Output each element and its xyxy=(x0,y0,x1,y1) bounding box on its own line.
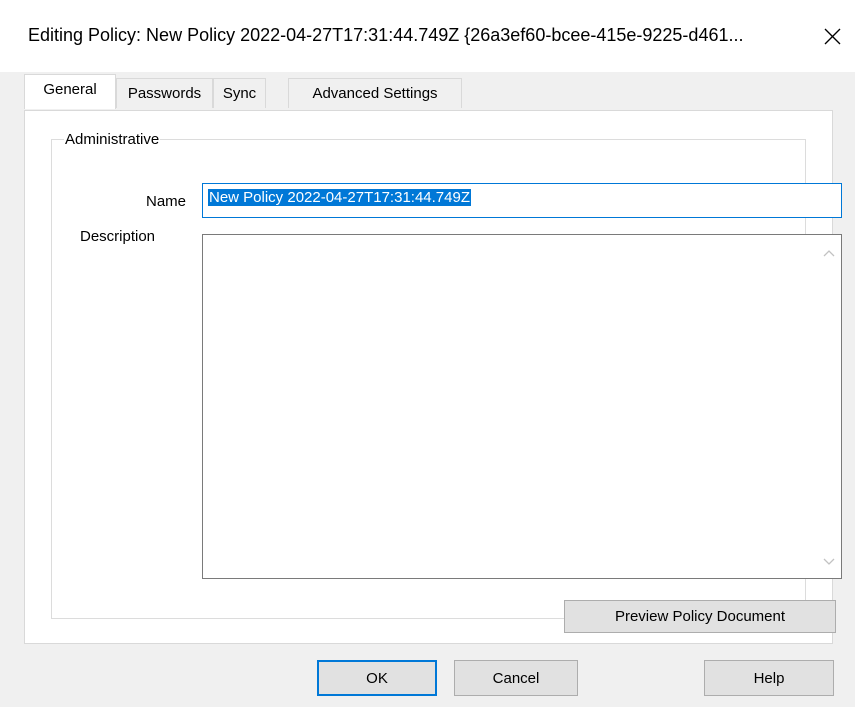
tab-advanced-settings[interactable]: Advanced Settings xyxy=(288,78,462,108)
administrative-group-label: Administrative xyxy=(64,131,161,149)
scroll-down-button[interactable] xyxy=(817,550,841,574)
tab-general[interactable]: General xyxy=(24,74,116,109)
preview-policy-document-button[interactable]: Preview Policy Document xyxy=(564,600,836,633)
name-label: Name xyxy=(145,193,186,210)
description-field[interactable] xyxy=(202,234,842,579)
chevron-up-icon xyxy=(823,250,835,257)
name-field-value: New Policy 2022-04-27T17:31:44.749Z xyxy=(208,189,471,206)
window-title: Editing Policy: New Policy 2022-04-27T17… xyxy=(28,25,744,45)
help-button[interactable]: Help xyxy=(704,660,834,696)
general-tab-panel: Administrative Name New Policy 2022-04-2… xyxy=(24,110,842,644)
cancel-button[interactable]: Cancel xyxy=(454,660,578,696)
administrative-groupbox: Administrative Name New Policy 2022-04-2… xyxy=(51,131,842,633)
tab-sync[interactable]: Sync xyxy=(213,78,266,108)
description-label: Description xyxy=(80,228,156,245)
tab-passwords[interactable]: Passwords xyxy=(116,78,213,108)
scroll-up-button[interactable] xyxy=(817,241,841,265)
chevron-down-icon xyxy=(823,558,835,565)
title-bar: Editing Policy: New Policy 2022-04-27T17… xyxy=(0,0,855,72)
description-scrollbar[interactable] xyxy=(817,235,841,578)
ok-button[interactable]: OK xyxy=(317,660,437,696)
editing-policy-dialog: Editing Policy: New Policy 2022-04-27T17… xyxy=(0,0,855,707)
close-button[interactable] xyxy=(809,14,855,58)
name-field[interactable]: New Policy 2022-04-27T17:31:44.749Z xyxy=(202,183,842,218)
close-icon xyxy=(824,28,840,44)
